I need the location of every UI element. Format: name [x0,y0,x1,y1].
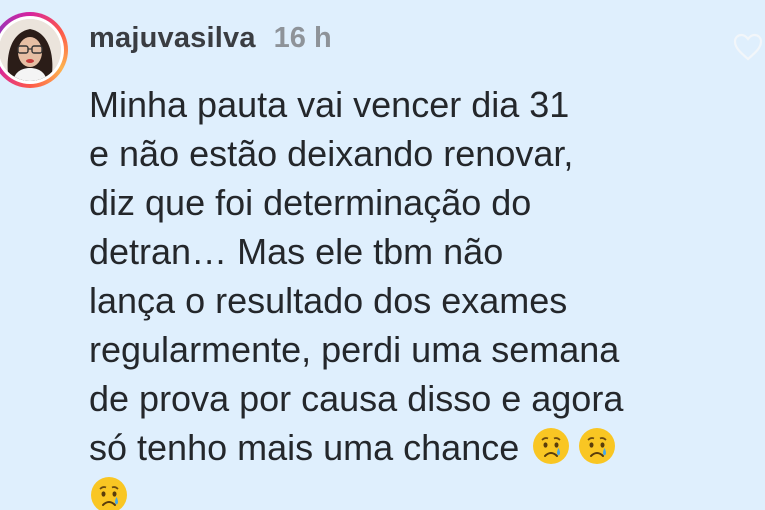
comment-line: de prova por causa disso e agora [89,378,624,419]
crying-face-icon [91,477,127,510]
avatar[interactable] [0,19,61,81]
heart-icon[interactable] [731,30,765,64]
avatar-image [0,19,61,81]
comment: majuvasilva 16 h Minha pauta vai vencer … [0,0,765,510]
timestamp: 16 h [273,22,332,54]
comment-line: regularmente, perdi uma semana [89,329,620,370]
emoji-line [89,472,729,510]
comment-line: diz que foi determinação do [89,182,532,223]
comment-line-with-emoji: só tenho mais uma chance [89,423,729,472]
crying-face-icon [579,428,616,464]
comment-line: lança o resultado dos exames [89,280,568,321]
comment-header: majuvasilva 16 h [89,22,332,55]
comment-line: e não estão deixando renovar, [89,133,574,174]
comment-line: detran… Mas ele tbm não [89,231,504,272]
comment-text: Minha pauta vai vencer dia 31 e não estã… [89,80,729,510]
crying-face-icon [533,428,570,464]
comment-line: só tenho mais uma chance [89,427,520,468]
story-ring[interactable] [0,12,68,88]
username[interactable]: majuvasilva [89,22,256,55]
comment-line: Minha pauta vai vencer dia 31 [89,84,570,125]
